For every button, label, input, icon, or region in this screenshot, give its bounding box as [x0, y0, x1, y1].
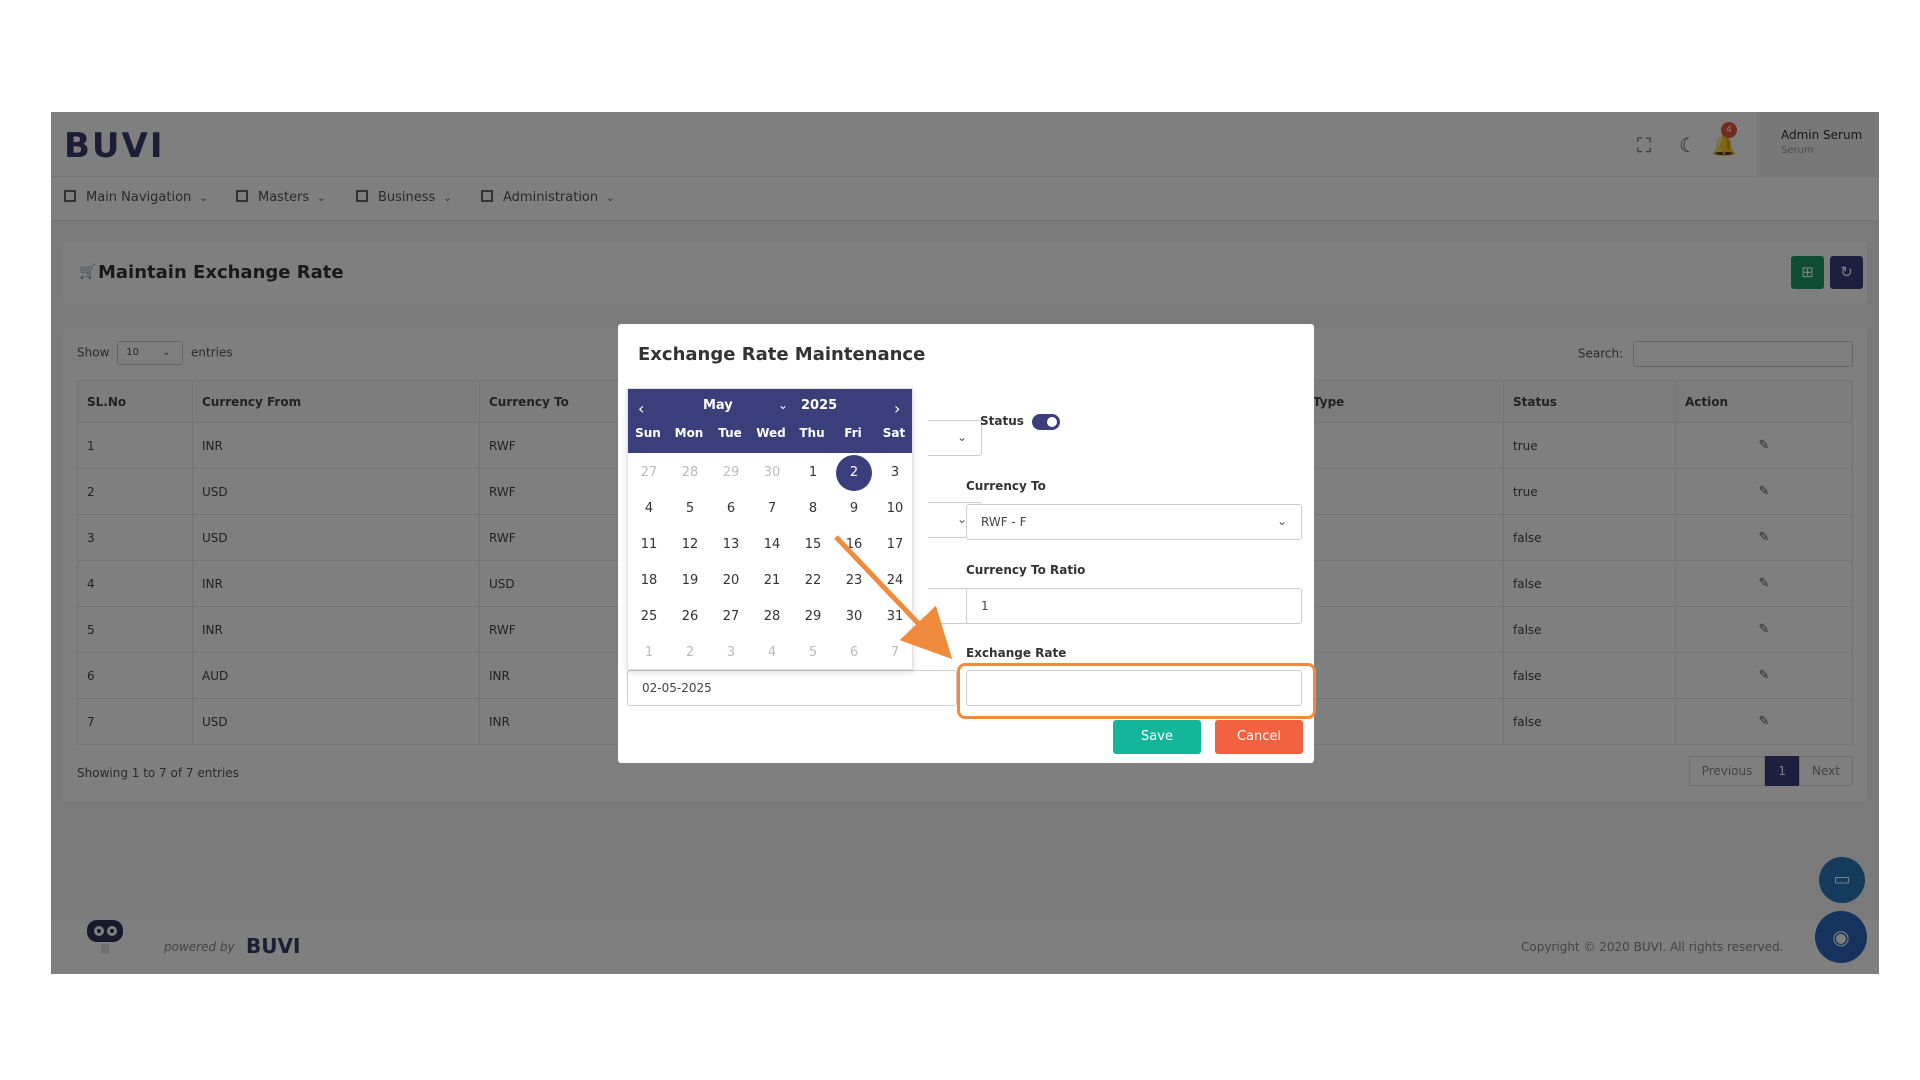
calendar-day[interactable]: 9: [836, 491, 872, 527]
weekday-label: Fri: [844, 426, 862, 440]
modal-title: Exchange Rate Maintenance: [638, 344, 926, 365]
calendar-day[interactable]: 24: [877, 563, 913, 599]
chevron-left-icon[interactable]: ‹: [638, 399, 644, 418]
calendar-day[interactable]: 1: [631, 635, 667, 671]
weekday-label: Sun: [635, 426, 661, 440]
calendar-day[interactable]: 10: [877, 491, 913, 527]
calendar-day[interactable]: 28: [672, 455, 708, 491]
status-label: Status: [980, 414, 1024, 428]
calendar-day[interactable]: 5: [795, 635, 831, 671]
weekday-label: Mon: [674, 426, 704, 440]
chevron-down-icon: ⌄: [1276, 514, 1287, 528]
currency-to-label: Currency To: [966, 479, 1046, 493]
weekday-label: Thu: [799, 426, 825, 440]
year-label[interactable]: 2025: [801, 398, 837, 413]
calendar-day[interactable]: 15: [795, 527, 831, 563]
calendar-day[interactable]: 6: [713, 491, 749, 527]
calendar-day[interactable]: 17: [877, 527, 913, 563]
chevron-down-icon: ⌄: [956, 430, 967, 444]
calendar-day[interactable]: 21: [754, 563, 790, 599]
calendar-day[interactable]: 29: [795, 599, 831, 635]
chevron-down-icon[interactable]: ⌄: [778, 398, 788, 412]
currency-from-select-edge[interactable]: ⌄: [928, 420, 982, 456]
date-input[interactable]: 02-05-2025: [627, 670, 957, 706]
calendar-day[interactable]: 29: [713, 455, 749, 491]
currency-to-ratio-input[interactable]: 1: [966, 588, 1302, 624]
currency-to-ratio-label: Currency To Ratio: [966, 563, 1086, 577]
calendar-day[interactable]: 11: [631, 527, 667, 563]
calendar-day[interactable]: 22: [795, 563, 831, 599]
cancel-button[interactable]: Cancel: [1215, 720, 1303, 754]
month-label[interactable]: May: [703, 398, 733, 413]
calendar-day[interactable]: 27: [631, 455, 667, 491]
exchange-rate-highlight: [957, 663, 1316, 719]
calendar-day[interactable]: 13: [713, 527, 749, 563]
calendar-day[interactable]: 30: [754, 455, 790, 491]
calendar-day[interactable]: 14: [754, 527, 790, 563]
weekday-label: Tue: [718, 426, 742, 440]
calendar-day[interactable]: 31: [877, 599, 913, 635]
calendar-day[interactable]: 18: [631, 563, 667, 599]
calendar-day[interactable]: 2: [836, 455, 872, 491]
currency-to-select[interactable]: RWF - F ⌄: [966, 504, 1302, 540]
calendar-day[interactable]: 8: [795, 491, 831, 527]
currency-to-value: RWF - F: [981, 515, 1027, 529]
calendar-day[interactable]: 28: [754, 599, 790, 635]
datepicker-header: ‹ May ⌄ 2025 › Sun Mon Tue Wed Thu Fri S…: [628, 389, 912, 453]
calendar-day[interactable]: 7: [754, 491, 790, 527]
chevron-right-icon[interactable]: ›: [894, 399, 900, 418]
calendar-day[interactable]: 4: [631, 491, 667, 527]
calendar-day[interactable]: 19: [672, 563, 708, 599]
calendar-day[interactable]: 25: [631, 599, 667, 635]
calendar-day[interactable]: 3: [713, 635, 749, 671]
calendar-day[interactable]: 26: [672, 599, 708, 635]
calendar-day[interactable]: 30: [836, 599, 872, 635]
status-toggle[interactable]: [1032, 414, 1060, 430]
calendar-day[interactable]: 6: [836, 635, 872, 671]
calendar-day[interactable]: 1: [795, 455, 831, 491]
weekday-label: Wed: [756, 426, 786, 440]
calendar-day[interactable]: 23: [836, 563, 872, 599]
save-button[interactable]: Save: [1113, 720, 1201, 754]
calendar-day[interactable]: 4: [754, 635, 790, 671]
exchange-rate-label: Exchange Rate: [966, 646, 1067, 660]
calendar-day[interactable]: 27: [713, 599, 749, 635]
calendar-day[interactable]: 5: [672, 491, 708, 527]
calendar-day[interactable]: 3: [877, 455, 913, 491]
calendar-day[interactable]: 16: [836, 527, 872, 563]
calendar-day[interactable]: 2: [672, 635, 708, 671]
calendar-day[interactable]: 12: [672, 527, 708, 563]
weekday-label: Sat: [882, 426, 906, 440]
calendar-day[interactable]: 20: [713, 563, 749, 599]
datepicker: ‹ May ⌄ 2025 › Sun Mon Tue Wed Thu Fri S…: [627, 388, 913, 670]
calendar-day[interactable]: 7: [877, 635, 913, 671]
